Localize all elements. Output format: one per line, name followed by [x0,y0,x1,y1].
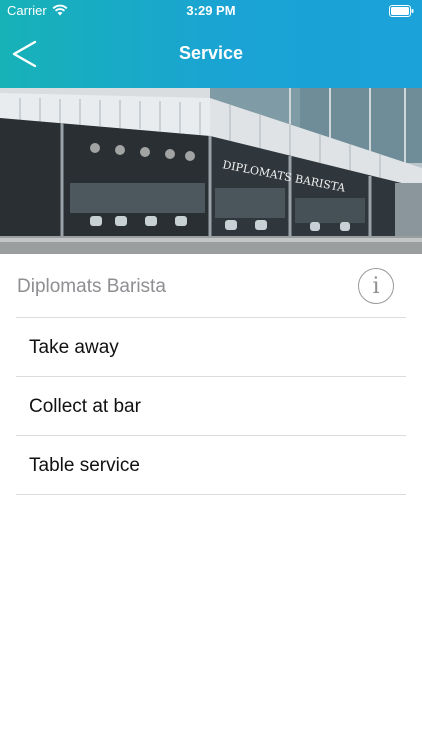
app-header: Carrier 3:29 PM Service [0,0,422,88]
option-table-service[interactable]: Table service [16,436,406,495]
status-time: 3:29 PM [186,3,236,18]
page-title: Service [178,43,244,63]
option-label: Collect at bar [29,396,141,417]
info-glyph: i [372,273,380,299]
option-label: Take away [29,337,119,358]
navigation-bar: Service [0,22,422,88]
venue-header-row: Diplomats Barista i [16,254,406,318]
venue-name: Diplomats Barista [17,276,166,297]
battery-icon [389,5,414,17]
option-label: Table service [29,455,140,476]
venue-photo: DIPLOMATS BARISTA [0,88,422,254]
storefront-image: DIPLOMATS BARISTA [0,88,422,254]
service-option-list: Take away Collect at bar Table service [16,318,406,495]
info-icon[interactable]: i [358,268,394,304]
option-take-away[interactable]: Take away [16,318,406,377]
option-collect-at-bar[interactable]: Collect at bar [16,377,406,436]
status-bar: Carrier 3:29 PM [0,0,422,22]
